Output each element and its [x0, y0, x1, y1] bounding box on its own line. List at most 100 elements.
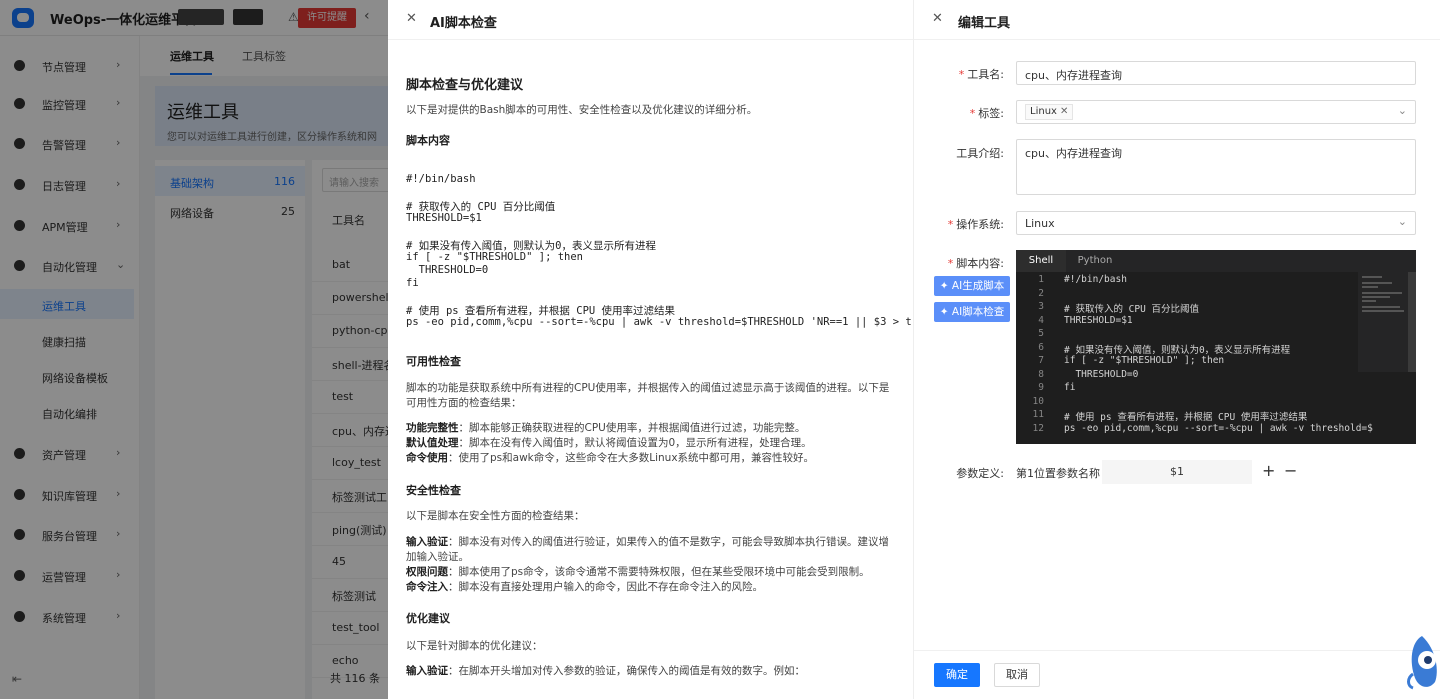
param-value-input[interactable]: $1 — [1102, 460, 1252, 484]
line-number: 11 — [1032, 409, 1044, 420]
code-line: THRESHOLD=$1 — [406, 212, 482, 224]
close-icon[interactable]: ✕ — [406, 11, 417, 26]
check-item-text: ：脚本在没有传入阈值时，默认将阈值设置为0，显示所有进程，处理合理。 — [458, 437, 812, 449]
check-item: 功能完整性：脚本能够正确获取进程的CPU使用率，并根据阈值进行过滤，功能完整。 — [406, 421, 896, 436]
check-item-text: ：在脚本开头增加对传入参数的验证，确保传入的阈值是有效的数字。例如： — [448, 665, 805, 677]
code-line: fi — [1064, 382, 1076, 393]
form-label-text: 参数定义: — [956, 467, 1004, 480]
form-label: * 操作系统: — [914, 216, 1004, 232]
code-line: ps -eo pid,comm,%cpu --sort=-%cpu | awk … — [406, 316, 912, 328]
code-line: #!/bin/bash — [406, 173, 476, 185]
check-item: 默认值处理：脚本在没有传入阈值时，默认将阈值设置为0，显示所有进程，处理合理。 — [406, 436, 896, 451]
section-heading: 可用性检查 — [406, 355, 461, 368]
line-number: 7 — [1038, 355, 1044, 366]
line-number: 9 — [1038, 382, 1044, 393]
section-heading: 安全性检查 — [406, 484, 461, 497]
required-mark: * — [958, 68, 965, 81]
check-item: 命令使用：使用了ps和awk命令，这些命令在大多数Linux系统中都可用，兼容性… — [406, 451, 896, 466]
check-item-key: 命令注入 — [406, 581, 448, 593]
ai-check-drawer: ✕ AI脚本检查 脚本检查与优化建议 以下是对提供的Bash脚本的可用性、安全性… — [388, 0, 913, 699]
line-number: 4 — [1038, 314, 1044, 326]
check-item: 命令注入：脚本没有直接处理用户输入的命令，因此不存在命令注入的风险。 — [406, 580, 896, 595]
required-mark: * — [969, 107, 976, 120]
chevron-down-icon: ⌄ — [1397, 215, 1407, 228]
line-number: 5 — [1038, 328, 1044, 339]
chevron-down-icon: ⌄ — [1397, 104, 1407, 117]
form-label: 参数定义: — [914, 465, 1004, 481]
form-label-text: 工具介绍: — [956, 147, 1004, 160]
param-name-label: 第1位置参数名称 — [1016, 467, 1100, 480]
editor-tab-shell[interactable]: Shell — [1016, 250, 1066, 272]
code-line: # 获取传入的 CPU 百分比阈值 — [1064, 304, 1200, 315]
tag-select[interactable]: Linux ✕ ⌄ — [1016, 100, 1416, 124]
form-label: 工具介绍: — [914, 145, 1004, 161]
ai-generate-label: AI生成脚本 — [951, 280, 1005, 292]
line-number: 8 — [1038, 368, 1044, 380]
drawer-header: ✕ 编辑工具 — [914, 0, 1440, 40]
code-line: THRESHOLD=0 — [1064, 368, 1139, 380]
check-item: 输入验证：脚本没有对传入的阈值进行验证，如果传入的值不是数字，可能会导致脚本执行… — [406, 535, 896, 565]
check-item-text: ：脚本能够正确获取进程的CPU使用率，并根据阈值进行过滤，功能完整。 — [458, 422, 806, 434]
editor-tab-python[interactable]: Python — [1070, 250, 1120, 272]
check-item-key: 默认值处理 — [406, 437, 459, 449]
code-line: ps -eo pid,comm,%cpu --sort=-%cpu | awk … — [1064, 422, 1373, 434]
line-number: 10 — [1032, 395, 1044, 407]
tag-chip: Linux ✕ — [1025, 104, 1074, 120]
section-heading: 脚本内容 — [406, 134, 450, 147]
code-line: fi — [406, 277, 419, 289]
form-label: * 工具名: — [914, 66, 1004, 82]
check-item-key: 输入验证 — [406, 536, 448, 548]
check-item-key: 权限问题 — [406, 566, 448, 578]
tag-chip-label: Linux — [1030, 106, 1057, 117]
drawer-title: AI脚本检查 — [430, 16, 497, 31]
tool-name-input[interactable]: cpu、内存进程查询 — [1016, 61, 1416, 85]
editor-scrollbar[interactable] — [1408, 272, 1416, 372]
code-line: if [ -z "$THRESHOLD" ]; then — [1064, 355, 1225, 366]
check-item-key: 功能完整性 — [406, 422, 459, 434]
form-label: * 标签: — [914, 105, 1004, 121]
ai-check-label: AI脚本检查 — [951, 306, 1005, 318]
section-intro: 脚本的功能是获取系统中所有进程的CPU使用率，并根据传入的阈值过滤显示高于该阈值… — [406, 382, 890, 409]
code-line: # 如果没有传入阈值，则默认为0，表义显示所有进程 — [1064, 344, 1291, 356]
close-icon[interactable]: ✕ — [1060, 106, 1068, 117]
line-number: 3 — [1038, 301, 1044, 312]
section-intro: 以下是针对脚本的优化建议： — [406, 640, 543, 652]
required-mark: * — [947, 218, 954, 231]
check-item: 输入验证：在脚本开头增加对传入参数的验证，确保传入的阈值是有效的数字。例如： — [406, 664, 896, 679]
code-editor[interactable]: Shell Python 1 #!/bin/bash 2 3 # 获取传入的 CPU 百… — [1016, 250, 1416, 444]
form-label-text: 脚本内容: — [956, 257, 1004, 270]
mascot-icon[interactable] — [1405, 632, 1439, 694]
code-line: #!/bin/bash — [1064, 274, 1127, 285]
form-label-text: 操作系统: — [956, 218, 1004, 231]
close-icon[interactable]: ✕ — [932, 11, 943, 26]
line-number: 6 — [1038, 341, 1044, 353]
os-select[interactable]: Linux ⌄ — [1016, 211, 1416, 235]
cancel-button[interactable]: 取消 — [994, 663, 1040, 687]
line-number: 12 — [1032, 422, 1044, 434]
report-intro: 以下是对提供的Bash脚本的可用性、安全性检查以及优化建议的详细分析。 — [406, 104, 758, 116]
drawer-header: ✕ AI脚本检查 — [388, 0, 913, 40]
report-heading: 脚本检查与优化建议 — [406, 78, 524, 93]
remove-param-icon[interactable]: − — [1284, 461, 1297, 480]
code-line: THRESHOLD=0 — [406, 264, 489, 276]
section-heading: 优化建议 — [406, 612, 450, 625]
required-mark: * — [947, 257, 954, 270]
check-item-text: ：脚本使用了ps命令，该命令通常不需要特殊权限，但在某些受限环境中可能会受到限制… — [448, 566, 870, 578]
code-line: THRESHOLD=$1 — [1064, 314, 1133, 326]
check-item-key: 输入验证 — [406, 665, 448, 677]
check-item-text: ：脚本没有对传入的阈值进行验证，如果传入的值不是数字，可能会导致脚本执行错误。建… — [406, 536, 889, 563]
form-label-text: 工具名: — [967, 68, 1004, 81]
code-line: if [ -z "$THRESHOLD" ]; then — [406, 251, 584, 263]
form-label-text: 标签: — [978, 107, 1004, 120]
ai-check-script-button[interactable]: ✦ AI脚本检查 — [934, 302, 1010, 322]
confirm-button[interactable]: 确定 — [934, 663, 980, 687]
editor-minimap[interactable] — [1358, 272, 1408, 372]
form-label: * 脚本内容: — [914, 255, 1004, 271]
check-item-text: ：脚本没有直接处理用户输入的命令，因此不存在命令注入的风险。 — [448, 581, 763, 593]
drawer-title: 编辑工具 — [958, 16, 1011, 31]
line-number: 1 — [1038, 274, 1044, 285]
os-select-value: Linux — [1025, 217, 1055, 230]
add-param-icon[interactable]: + — [1262, 461, 1275, 480]
ai-generate-script-button[interactable]: ✦ AI生成脚本 — [934, 276, 1010, 296]
tool-intro-textarea[interactable]: cpu、内存进程查询 — [1016, 139, 1416, 195]
